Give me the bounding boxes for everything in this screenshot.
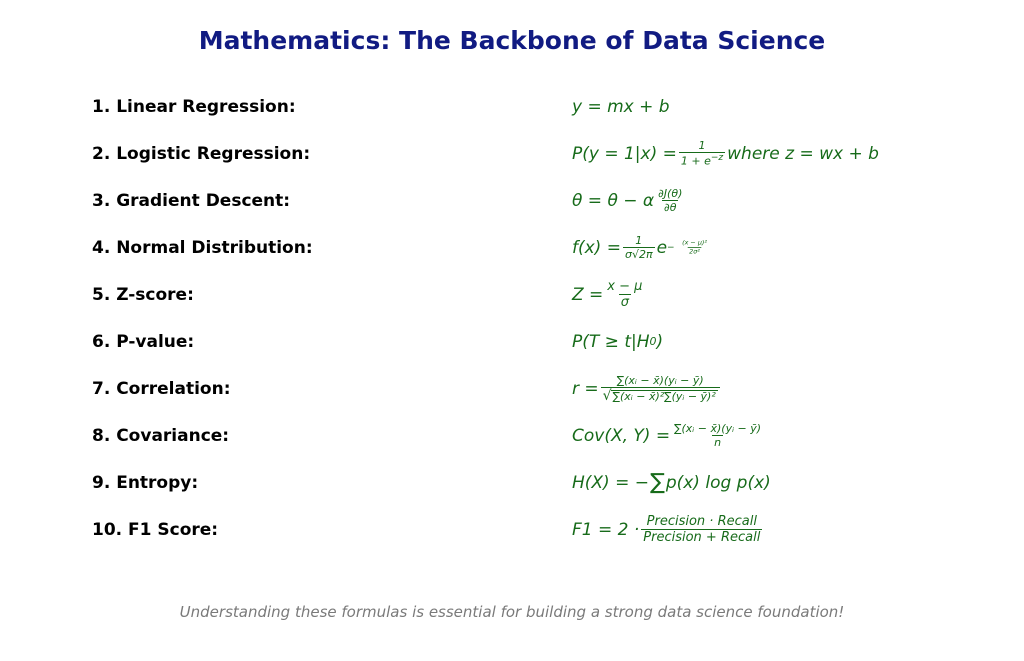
denominator: σ <box>619 294 631 309</box>
formula-text: y = mx + b <box>572 97 670 117</box>
formula-lhs: P(y = 1|x) = <box>572 144 677 164</box>
formula-linear-regression: y = mx + b <box>572 97 670 117</box>
label-normal-distribution: 4. Normal Distribution: <box>92 238 572 258</box>
numerator: 1 <box>697 140 708 152</box>
den-base: 1 + e <box>681 155 711 168</box>
formula-logistic-regression: P(y = 1|x) = 1 1 + e−z where z = wx + b <box>572 140 879 167</box>
formula-lhs: Z = <box>572 285 603 305</box>
formula-lhs: F1 = 2 · <box>572 520 639 540</box>
fraction: x − μ σ <box>605 280 644 309</box>
row-covariance: 8. Covariance: Cov(X, Y) = ∑(xᵢ − x̄)(yᵢ… <box>92 412 932 459</box>
label-covariance: 8. Covariance: <box>92 426 572 446</box>
p-body-b: ) <box>657 332 664 352</box>
sum-icon: ∑ <box>650 470 665 495</box>
p-body-a: P(T ≥ t|H <box>572 332 650 352</box>
formula-lhs: f(x) = <box>572 238 621 258</box>
formula-entropy: H(X) = − ∑ p(x) log p(x) <box>572 470 771 495</box>
denominator: n <box>712 435 723 448</box>
page-title: Mathematics: The Backbone of Data Scienc… <box>92 26 932 55</box>
denominator: ∑(xᵢ − x̄)²∑(yᵢ − ȳ)² <box>601 387 720 403</box>
exponent: − (x − μ)² 2σ² <box>667 238 714 257</box>
formula-p-value: P(T ≥ t|H0) <box>572 332 663 352</box>
exp-minus: − <box>667 243 675 253</box>
radicand: ∑(xᵢ − x̄)²∑(yᵢ − ȳ)² <box>611 390 718 402</box>
fraction: 1 1 + e−z <box>679 140 725 167</box>
fraction: ∑(xᵢ − x̄)(yᵢ − ȳ) n <box>672 423 763 448</box>
row-linear-regression: 1. Linear Regression: y = mx + b <box>92 83 932 130</box>
label-correlation: 7. Correlation: <box>92 379 572 399</box>
numerator: ∑(xᵢ − x̄)(yᵢ − ȳ) <box>672 423 763 435</box>
formula-lhs: H(X) = − <box>572 473 649 493</box>
e-base: e <box>657 238 667 258</box>
label-linear-regression: 1. Linear Regression: <box>92 97 572 117</box>
row-correlation: 7. Correlation: r = ∑(xᵢ − x̄)(yᵢ − ȳ) ∑… <box>92 365 932 412</box>
fraction: ∂J(θ) ∂θ <box>656 188 684 213</box>
den-exp: −z <box>711 153 723 163</box>
formula-gradient-descent: θ = θ − α ∂J(θ) ∂θ <box>572 188 686 213</box>
formula-lhs: r = <box>572 379 599 399</box>
sqrt: ∑(xᵢ − x̄)²∑(yᵢ − ȳ)² <box>603 389 718 403</box>
denominator: Precision + Recall <box>641 529 762 544</box>
denominator: σ√2π <box>623 247 655 260</box>
label-logistic-regression: 2. Logistic Regression: <box>92 144 572 164</box>
formula-z-score: Z = x − μ σ <box>572 280 646 309</box>
numerator: x − μ <box>605 280 644 294</box>
row-normal-distribution: 4. Normal Distribution: f(x) = 1 σ√2π e … <box>92 224 932 271</box>
fraction: ∑(xᵢ − x̄)(yᵢ − ȳ) ∑(xᵢ − x̄)²∑(yᵢ − ȳ)² <box>601 375 720 403</box>
label-entropy: 9. Entropy: <box>92 473 572 493</box>
formula-tail: where z = wx + b <box>727 144 879 164</box>
label-gradient-descent: 3. Gradient Descent: <box>92 191 572 211</box>
label-p-value: 6. P-value: <box>92 332 572 352</box>
formula-lhs: Cov(X, Y) = <box>572 426 670 446</box>
label-z-score: 5. Z-score: <box>92 285 572 305</box>
formula-f1-score: F1 = 2 · Precision · Recall Precision + … <box>572 515 764 544</box>
numerator: 1 <box>633 235 644 247</box>
numerator: Precision · Recall <box>645 515 759 529</box>
formula-covariance: Cov(X, Y) = ∑(xᵢ − x̄)(yᵢ − ȳ) n <box>572 423 765 448</box>
row-logistic-regression: 2. Logistic Regression: P(y = 1|x) = 1 1… <box>92 130 932 177</box>
exp-num: (x − μ)² <box>680 240 708 247</box>
p-sub: 0 <box>650 335 657 348</box>
denominator: ∂θ <box>662 200 678 213</box>
exp-fraction: (x − μ)² 2σ² <box>680 240 708 255</box>
row-p-value: 6. P-value: P(T ≥ t|H0) <box>92 318 932 365</box>
row-f1-score: 10. F1 Score: F1 = 2 · Precision · Recal… <box>92 506 932 553</box>
formula-correlation: r = ∑(xᵢ − x̄)(yᵢ − ȳ) ∑(xᵢ − x̄)²∑(yᵢ −… <box>572 375 722 403</box>
row-gradient-descent: 3. Gradient Descent: θ = θ − α ∂J(θ) ∂θ <box>92 177 932 224</box>
formula-body: p(x) log p(x) <box>666 473 771 493</box>
row-entropy: 9. Entropy: H(X) = − ∑ p(x) log p(x) <box>92 459 932 506</box>
formula-lhs: θ = θ − α <box>572 191 654 211</box>
denominator: 1 + e−z <box>679 152 725 167</box>
numerator: ∑(xᵢ − x̄)(yᵢ − ȳ) <box>615 375 706 387</box>
numerator: ∂J(θ) <box>656 188 684 200</box>
footer-note: Understanding these formulas is essentia… <box>0 603 1024 621</box>
fraction-coef: 1 σ√2π <box>623 235 655 260</box>
row-z-score: 5. Z-score: Z = x − μ σ <box>92 271 932 318</box>
fraction: Precision · Recall Precision + Recall <box>641 515 762 544</box>
exp-den: 2σ² <box>687 247 701 255</box>
formula-normal-distribution: f(x) = 1 σ√2π e − (x − μ)² 2σ² <box>572 235 714 260</box>
label-f1-score: 10. F1 Score: <box>92 520 572 540</box>
formula-list: 1. Linear Regression: y = mx + b 2. Logi… <box>92 83 932 553</box>
